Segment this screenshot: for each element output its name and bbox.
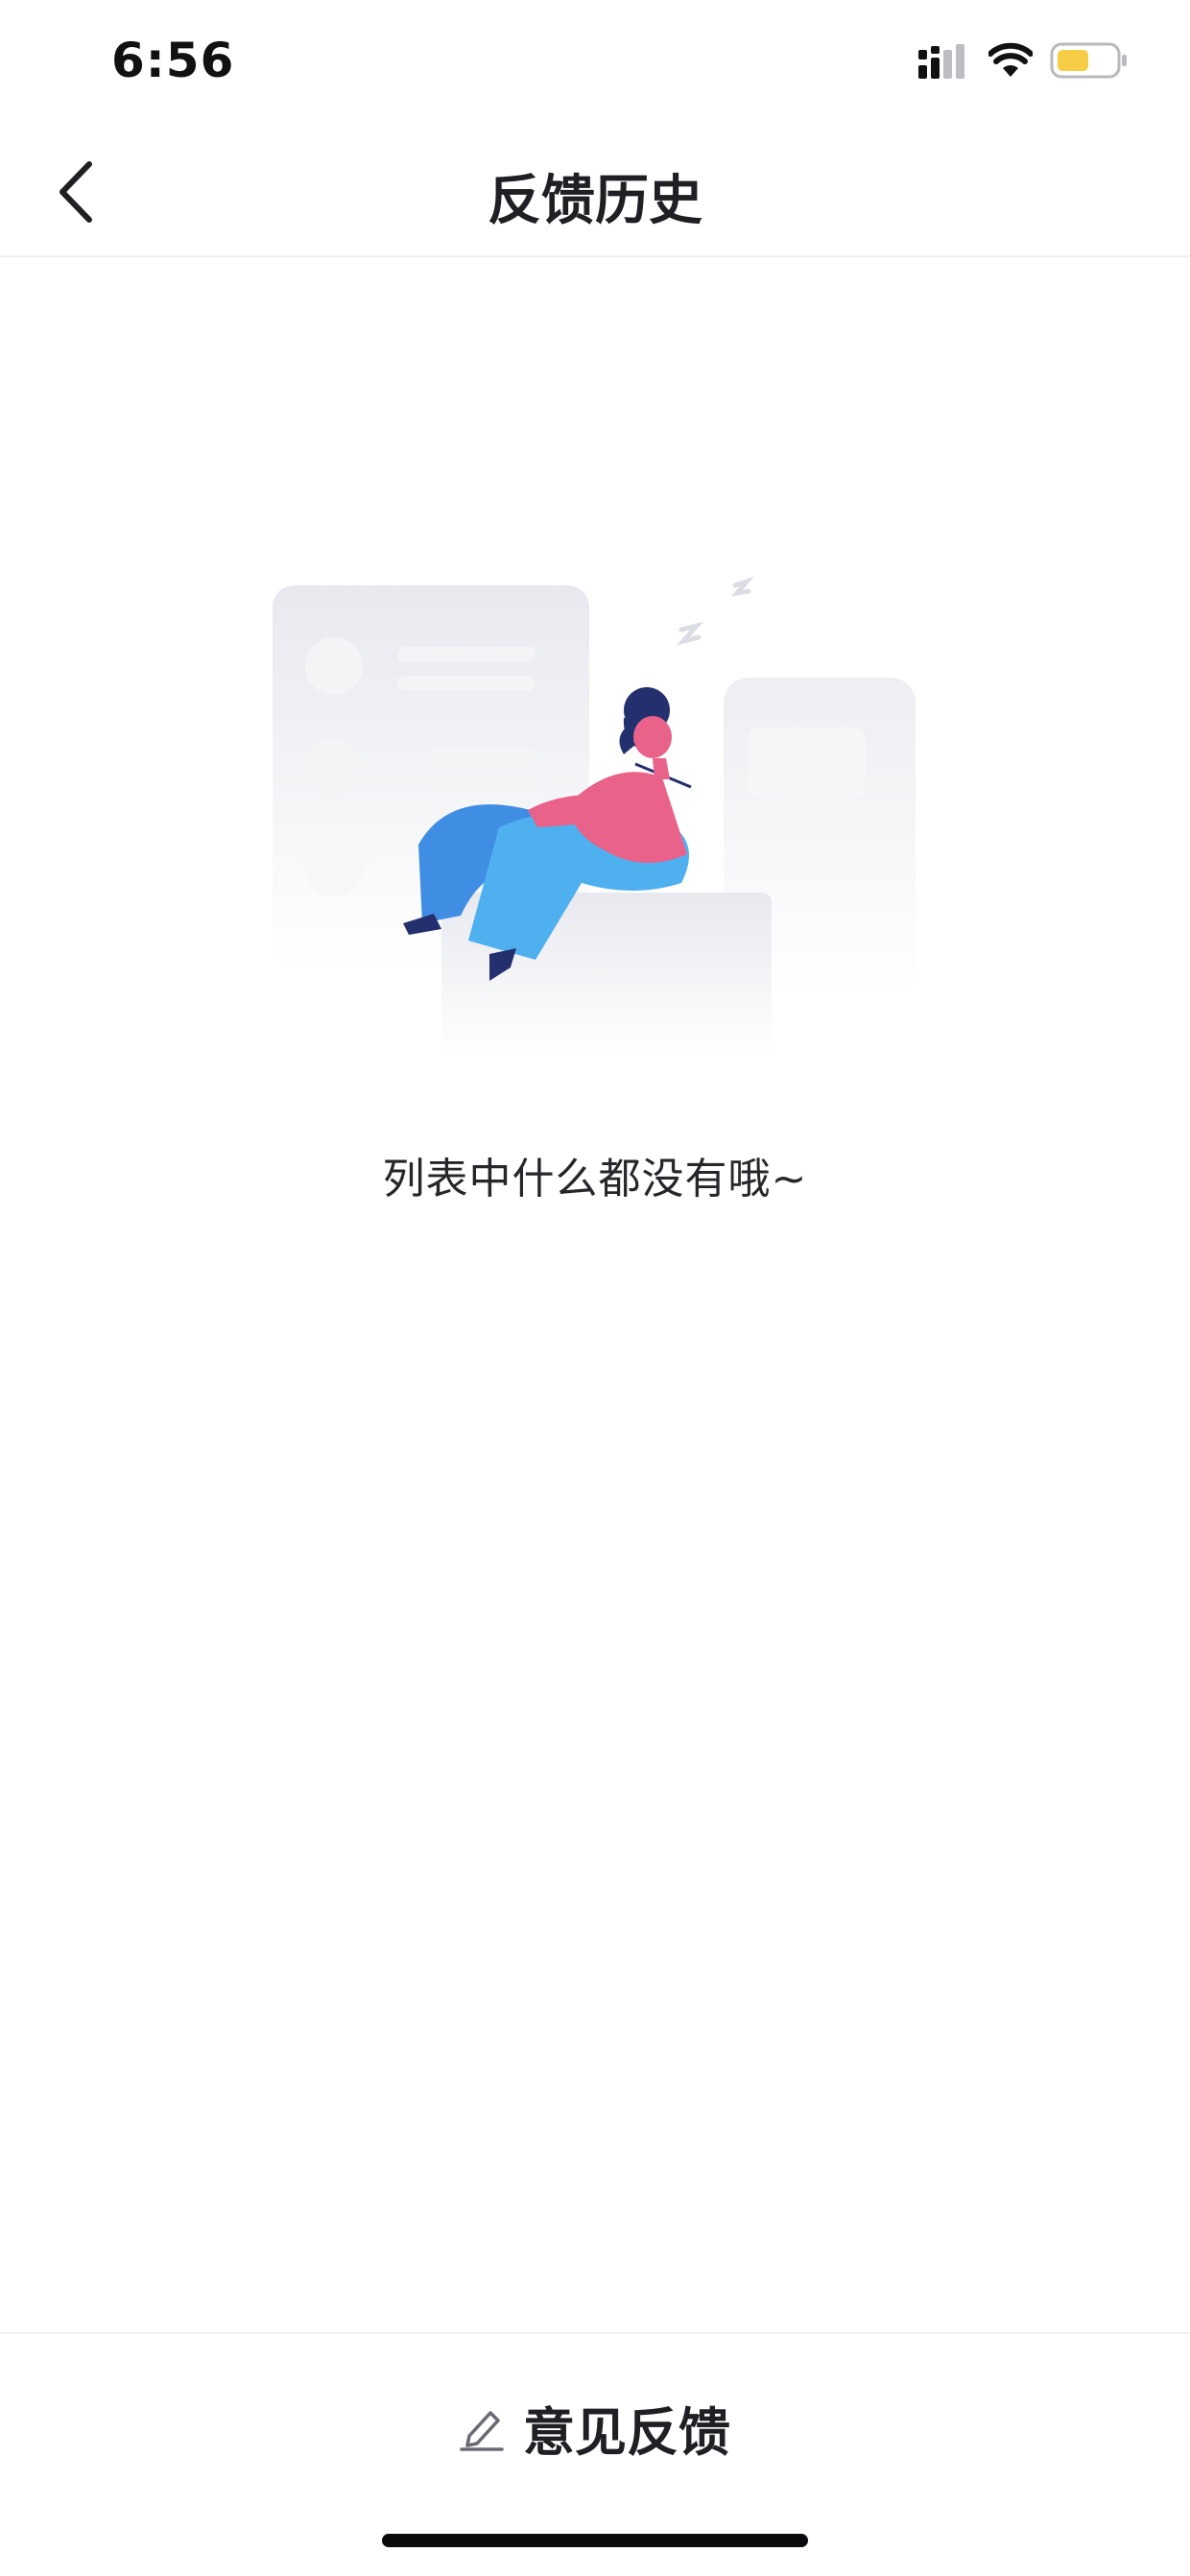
status-bar: 6:56 — [0, 0, 1190, 125]
page-title: 反馈历史 — [488, 170, 702, 232]
wifi-icon — [988, 42, 1033, 77]
empty-state-message: 列表中什么都没有哦~ — [382, 1155, 808, 1204]
status-time: 6:56 — [111, 33, 235, 88]
home-indicator[interactable] — [382, 2534, 808, 2547]
navigation-bar: 反馈历史 — [0, 125, 1190, 257]
pencil-edit-icon — [460, 2411, 504, 2451]
feedback-button-label: 意见反馈 — [523, 2401, 730, 2463]
sleep-z-marks — [676, 576, 754, 646]
cellular-signal-icon — [918, 44, 964, 79]
empty-state-illustration — [273, 576, 916, 1056]
battery-icon — [1050, 42, 1127, 79]
feedback-button[interactable]: 意见反馈 — [451, 2374, 739, 2480]
